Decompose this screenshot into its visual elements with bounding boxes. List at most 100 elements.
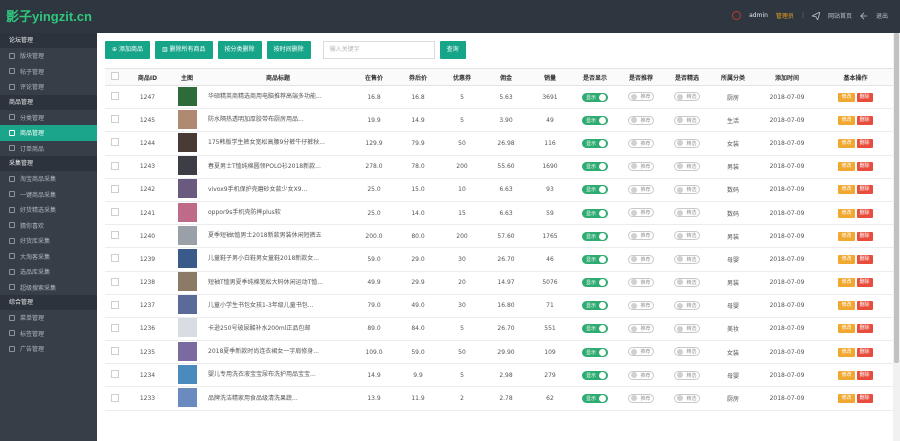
edit-button[interactable]: 修改	[838, 394, 855, 404]
user-avatar-icon[interactable]	[732, 11, 742, 20]
show-toggle[interactable]: 显示	[581, 324, 608, 334]
delete-button[interactable]: 删除	[856, 185, 873, 195]
sidebar-item[interactable]: 标签管理	[0, 326, 97, 342]
product-title[interactable]: 儿童鞋子男小白鞋男女童鞋2018新款女...	[204, 247, 352, 272]
home-link[interactable]: 网站首页	[828, 11, 852, 20]
pick-toggle[interactable]: 精选	[674, 254, 700, 264]
delete-button[interactable]: 删除	[856, 347, 873, 357]
recommend-toggle[interactable]: 推荐	[628, 347, 654, 357]
pick-toggle[interactable]: 精选	[674, 231, 700, 241]
select-all-checkbox[interactable]	[111, 72, 119, 80]
logout-link[interactable]: 退出	[876, 11, 888, 20]
delete-button[interactable]: 删除	[856, 231, 873, 241]
sidebar-item[interactable]: 淘宝商品采集	[0, 171, 97, 187]
sidebar-item[interactable]: 好货库采集	[0, 233, 97, 249]
sidebar-item[interactable]: 帖子管理	[0, 64, 97, 80]
edit-button[interactable]: 修改	[838, 208, 855, 218]
delete-button[interactable]: 删除	[856, 324, 873, 334]
row-checkbox[interactable]	[111, 208, 119, 217]
product-title[interactable]: 2018夏季新款时尚连衣裙女一字肩修身...	[204, 340, 352, 365]
show-toggle[interactable]: 显示	[581, 301, 608, 311]
row-checkbox[interactable]	[111, 393, 119, 402]
edit-button[interactable]: 修改	[838, 347, 855, 357]
recommend-toggle[interactable]: 推荐	[628, 138, 654, 148]
product-title[interactable]: 短袖T恤男夏季纯棉宽松大码休闲运动T恤...	[204, 271, 352, 295]
row-checkbox[interactable]	[111, 138, 119, 147]
product-title[interactable]: oppor9s手机壳防摔plus软	[204, 201, 352, 226]
delete-button[interactable]: 删除	[856, 162, 873, 172]
pick-toggle[interactable]: 精选	[674, 185, 700, 195]
pick-toggle[interactable]: 精选	[674, 324, 700, 334]
edit-button[interactable]: 修改	[838, 185, 855, 195]
edit-button[interactable]: 修改	[838, 324, 855, 334]
row-checkbox[interactable]	[111, 323, 119, 332]
search-button[interactable]: 查询	[439, 41, 466, 59]
delete-button[interactable]: 删除	[856, 394, 873, 404]
edit-button[interactable]: 修改	[838, 278, 855, 288]
delete-button[interactable]: 删除	[856, 370, 873, 380]
delete-button[interactable]: 删除	[856, 92, 873, 102]
show-toggle[interactable]: 显示	[581, 231, 608, 241]
show-toggle[interactable]: 显示	[581, 92, 608, 102]
sidebar-item[interactable]: 分类管理	[0, 110, 97, 126]
sidebar-section[interactable]: 综合管理	[0, 295, 97, 310]
edit-button[interactable]: 修改	[838, 301, 855, 311]
row-checkbox[interactable]	[111, 254, 119, 263]
recommend-toggle[interactable]: 推荐	[628, 254, 654, 264]
show-toggle[interactable]: 显示	[581, 138, 608, 148]
recommend-toggle[interactable]: 推荐	[628, 161, 654, 171]
delete-button[interactable]: 删除	[856, 301, 873, 311]
delete-button[interactable]: 删除	[856, 208, 873, 218]
show-toggle[interactable]: 显示	[581, 185, 608, 195]
edit-button[interactable]: 修改	[838, 162, 855, 172]
edit-button[interactable]: 修改	[838, 138, 855, 148]
product-title[interactable]: 卡逊250号玻尿酸补水200ml正品包邮	[204, 317, 352, 342]
recommend-toggle[interactable]: 推荐	[628, 208, 654, 218]
pick-toggle[interactable]: 精选	[674, 347, 700, 357]
show-toggle[interactable]: 显示	[581, 208, 608, 218]
delete-button[interactable]: 删除	[856, 115, 873, 125]
delete-button[interactable]: 删除	[856, 278, 873, 288]
recommend-toggle[interactable]: 推荐	[628, 277, 654, 287]
show-toggle[interactable]: 显示	[581, 115, 608, 125]
delete-by-time-button[interactable]: 按时间删除	[266, 41, 311, 59]
pick-toggle[interactable]: 精选	[674, 161, 700, 171]
recommend-toggle[interactable]: 推荐	[628, 231, 654, 241]
product-title[interactable]: 夏季短袖t恤男士2018新款男装休闲短裤五	[204, 224, 352, 249]
search-input[interactable]: 输入关键字	[322, 41, 435, 59]
sidebar-section[interactable]: 采集管理	[0, 156, 97, 171]
recommend-toggle[interactable]: 推荐	[628, 301, 654, 311]
sidebar-section[interactable]: 商品管理	[0, 94, 97, 110]
edit-button[interactable]: 修改	[838, 370, 855, 380]
pick-toggle[interactable]: 精选	[674, 393, 700, 403]
scrollbar[interactable]	[893, 33, 900, 441]
sidebar-item[interactable]: 猜你喜欢	[0, 218, 97, 234]
recommend-toggle[interactable]: 推荐	[628, 92, 654, 102]
row-checkbox[interactable]	[111, 92, 119, 101]
recommend-toggle[interactable]: 推荐	[628, 115, 654, 125]
show-toggle[interactable]: 显示	[581, 347, 608, 357]
sidebar-item[interactable]: 商品管理	[0, 125, 97, 141]
delete-all-button[interactable]: ▥ 删除所有商品	[154, 41, 213, 59]
sidebar-item[interactable]: 订单商品	[0, 141, 97, 157]
edit-button[interactable]: 修改	[838, 231, 855, 241]
scrollbar-thumb[interactable]	[894, 33, 899, 363]
row-checkbox[interactable]	[111, 115, 119, 124]
sidebar-item[interactable]: 评论管理	[0, 79, 97, 95]
sidebar-item[interactable]: 超级搜索采集	[0, 280, 97, 296]
recommend-toggle[interactable]: 推荐	[628, 185, 654, 195]
product-title[interactable]: vivox9手机保护壳磨砂女款少女X9...	[204, 178, 352, 202]
pick-toggle[interactable]: 精选	[674, 301, 700, 311]
edit-button[interactable]: 修改	[838, 115, 855, 125]
sidebar-item[interactable]: 一键商品采集	[0, 187, 97, 203]
sidebar-item[interactable]: 好货精选采集	[0, 202, 97, 218]
row-checkbox[interactable]	[111, 277, 119, 286]
pick-toggle[interactable]: 精选	[674, 138, 700, 148]
sidebar-section[interactable]: 论坛管理	[0, 33, 97, 48]
recommend-toggle[interactable]: 推荐	[628, 393, 654, 403]
show-toggle[interactable]: 显示	[581, 370, 608, 380]
sidebar-item[interactable]: 菜单管理	[0, 310, 97, 326]
show-toggle[interactable]: 显示	[581, 394, 608, 404]
product-title[interactable]: 品牌洗洁精家用食品级清洗果蔬...	[204, 386, 352, 411]
pick-toggle[interactable]: 精选	[674, 370, 700, 380]
